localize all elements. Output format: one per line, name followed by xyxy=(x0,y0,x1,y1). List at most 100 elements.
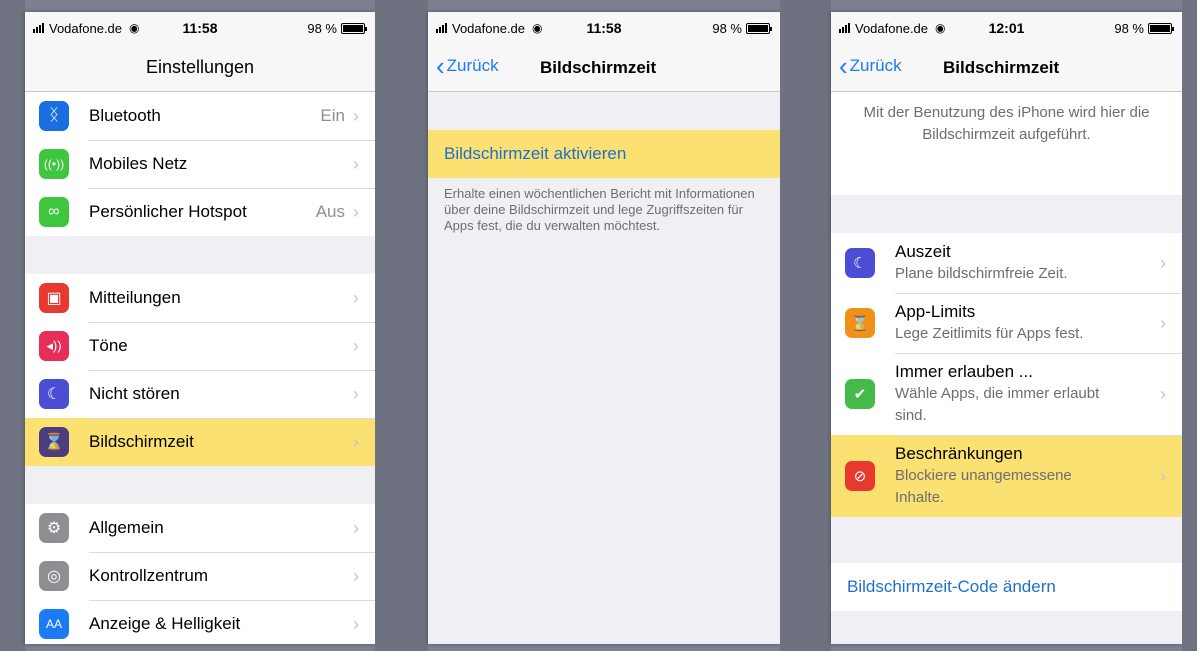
chevron-right-icon: › xyxy=(353,287,359,308)
option-subtitle: Plane bildschirmfreie Zeit. xyxy=(895,265,1068,282)
wifi-icon: ◉ xyxy=(532,21,543,35)
chevron-left-icon: ‹ xyxy=(839,51,848,81)
chevron-left-icon: ‹ xyxy=(436,51,445,81)
back-button[interactable]: ‹ Zurück xyxy=(436,51,499,81)
option-subtitle: Blockiere unangemessene Inhalte. xyxy=(895,467,1072,506)
option-title: Beschränkungen xyxy=(895,444,1023,463)
row-value: Aus xyxy=(315,202,345,221)
screentime-footnote: Erhalte einen wöchentlichen Bericht mit … xyxy=(444,186,755,233)
page-title: Bildschirmzeit xyxy=(540,57,657,77)
speaker-icon: ◂)) xyxy=(39,331,69,361)
row-label: Töne xyxy=(89,336,128,355)
downtime-icon: ☾ xyxy=(845,248,875,278)
battery-icon xyxy=(746,22,772,34)
gear-icon: ⚙ xyxy=(39,513,69,543)
chevron-right-icon: › xyxy=(1160,383,1166,404)
background-right xyxy=(1182,0,1197,651)
wifi-icon: ◉ xyxy=(935,21,946,35)
background-gap-1 xyxy=(375,0,428,651)
wifi-icon: ◉ xyxy=(129,21,140,35)
option-title: App-Limits xyxy=(895,302,976,321)
battery-percent: 98 % xyxy=(712,20,742,36)
row-label: Mitteilungen xyxy=(89,288,181,307)
settings-row-control-center[interactable]: ◎ Kontrollzentrum › xyxy=(25,552,375,600)
battery-icon xyxy=(341,22,367,34)
settings-row-hotspot[interactable]: ∞ Persönlicher Hotspot Aus › xyxy=(25,188,375,236)
battery-percent: 98 % xyxy=(1114,20,1144,36)
row-label: Bluetooth xyxy=(89,106,161,125)
background-gap-2 xyxy=(780,0,831,651)
row-label: Nicht stören xyxy=(89,384,180,403)
back-label: Zurück xyxy=(446,56,499,75)
chevron-right-icon: › xyxy=(353,105,359,126)
row-label: Kontrollzentrum xyxy=(89,566,209,585)
phone-screentime-off: Vodafone.de ◉ 11:58 98 % ‹ Zurück Bildsc… xyxy=(428,12,780,644)
row-label: Allgemein xyxy=(89,518,164,537)
nav-bar: ‹ Zurück Bildschirmzeit xyxy=(428,44,780,92)
back-label: Zurück xyxy=(849,56,902,75)
settings-row-bluetooth[interactable]: ᛝ Bluetooth Ein › xyxy=(25,92,375,140)
chevron-right-icon: › xyxy=(353,517,359,538)
screentime-options: ☾ Auszeit Plane bildschirmfreie Zeit. › … xyxy=(831,233,1182,517)
settings-group-notifications: ▣ Mitteilungen › ◂)) Töne › ☾ Nicht stör… xyxy=(25,274,375,466)
chevron-right-icon: › xyxy=(353,565,359,586)
chevron-right-icon: › xyxy=(353,613,359,634)
option-always-allowed[interactable]: ✔ Immer erlauben ... Wähle Apps, die imm… xyxy=(831,353,1182,435)
settings-row-screentime[interactable]: ⌛ Bildschirmzeit › xyxy=(25,418,375,466)
chevron-right-icon: › xyxy=(1160,252,1166,273)
background-left xyxy=(0,0,25,651)
battery-icon xyxy=(1148,22,1174,34)
battery-percent: 98 % xyxy=(307,20,337,36)
carrier: Vodafone.de xyxy=(49,20,123,36)
settings-row-mobile[interactable]: ((•)) Mobiles Netz › xyxy=(25,140,375,188)
settings-row-notifications[interactable]: ▣ Mitteilungen › xyxy=(25,274,375,322)
option-title: Auszeit xyxy=(895,242,951,261)
status-bar: Vodafone.de ◉ 11:58 98 % xyxy=(428,12,780,44)
settings-group-general: ⚙ Allgemein › ◎ Kontrollzentrum › AA Anz… xyxy=(25,504,375,644)
settings-group-connectivity: ᛝ Bluetooth Ein › ((•)) Mobiles Netz › ∞… xyxy=(25,92,375,236)
chevron-right-icon: › xyxy=(1160,312,1166,333)
status-bar: Vodafone.de ◉ 12:01 98 % xyxy=(831,12,1182,44)
row-label: Anzeige & Helligkeit xyxy=(89,614,241,633)
option-restrictions[interactable]: ⊘ Beschränkungen Blockiere unangemessene… xyxy=(831,435,1182,517)
settings-row-dnd[interactable]: ☾ Nicht stören › xyxy=(25,370,375,418)
settings-row-display[interactable]: AA Anzeige & Helligkeit › xyxy=(25,600,375,644)
chevron-right-icon: › xyxy=(353,431,359,452)
activate-screentime-button[interactable]: Bildschirmzeit aktivieren xyxy=(428,130,780,178)
usage-info: Mit der Benutzung des iPhone wird hier d… xyxy=(831,92,1182,195)
signal-icon xyxy=(33,23,44,33)
hourglass-icon: ⌛ xyxy=(845,308,875,338)
antenna-icon: ((•)) xyxy=(39,149,69,179)
checkmark-icon: ✔ xyxy=(845,379,875,409)
option-app-limits[interactable]: ⌛ App-Limits Lege Zeitlimits für Apps fe… xyxy=(831,293,1182,353)
option-downtime[interactable]: ☾ Auszeit Plane bildschirmfreie Zeit. › xyxy=(831,233,1182,293)
option-subtitle: Lege Zeitlimits für Apps fest. xyxy=(895,325,1084,342)
restriction-icon: ⊘ xyxy=(845,461,875,491)
bluetooth-icon: ᛝ xyxy=(39,101,69,131)
option-subtitle: Wähle Apps, die immer erlaubt sind. xyxy=(895,385,1100,424)
phone-screentime-on: Vodafone.de ◉ 12:01 98 % ‹ Zurück Bildsc… xyxy=(831,12,1182,644)
signal-icon xyxy=(436,23,447,33)
hotspot-icon: ∞ xyxy=(39,197,69,227)
row-label: Mobiles Netz xyxy=(89,154,188,173)
change-passcode-link[interactable]: Bildschirmzeit-Code ändern xyxy=(831,563,1182,611)
settings-row-sounds[interactable]: ◂)) Töne › xyxy=(25,322,375,370)
toggles-icon: ◎ xyxy=(39,561,69,591)
display-icon: AA xyxy=(39,609,69,639)
notifications-icon: ▣ xyxy=(39,283,69,313)
page-title: Bildschirmzeit xyxy=(943,57,1060,77)
back-button[interactable]: ‹ Zurück xyxy=(839,51,902,81)
status-bar: Vodafone.de ◉ 11:58 98 % xyxy=(25,12,375,44)
settings-row-general[interactable]: ⚙ Allgemein › xyxy=(25,504,375,552)
chevron-right-icon: › xyxy=(1160,465,1166,486)
carrier: Vodafone.de xyxy=(855,20,929,36)
chevron-right-icon: › xyxy=(353,335,359,356)
chevron-right-icon: › xyxy=(353,201,359,222)
row-label: Persönlicher Hotspot xyxy=(89,202,247,221)
carrier: Vodafone.de xyxy=(452,20,526,36)
phone-settings: Vodafone.de ◉ 11:58 98 % Einstellungen ᛝ… xyxy=(25,12,375,644)
page-title: Einstellungen xyxy=(145,57,255,77)
signal-icon xyxy=(839,23,850,33)
row-label: Bildschirmzeit xyxy=(89,432,194,451)
row-value: Ein xyxy=(320,106,345,125)
